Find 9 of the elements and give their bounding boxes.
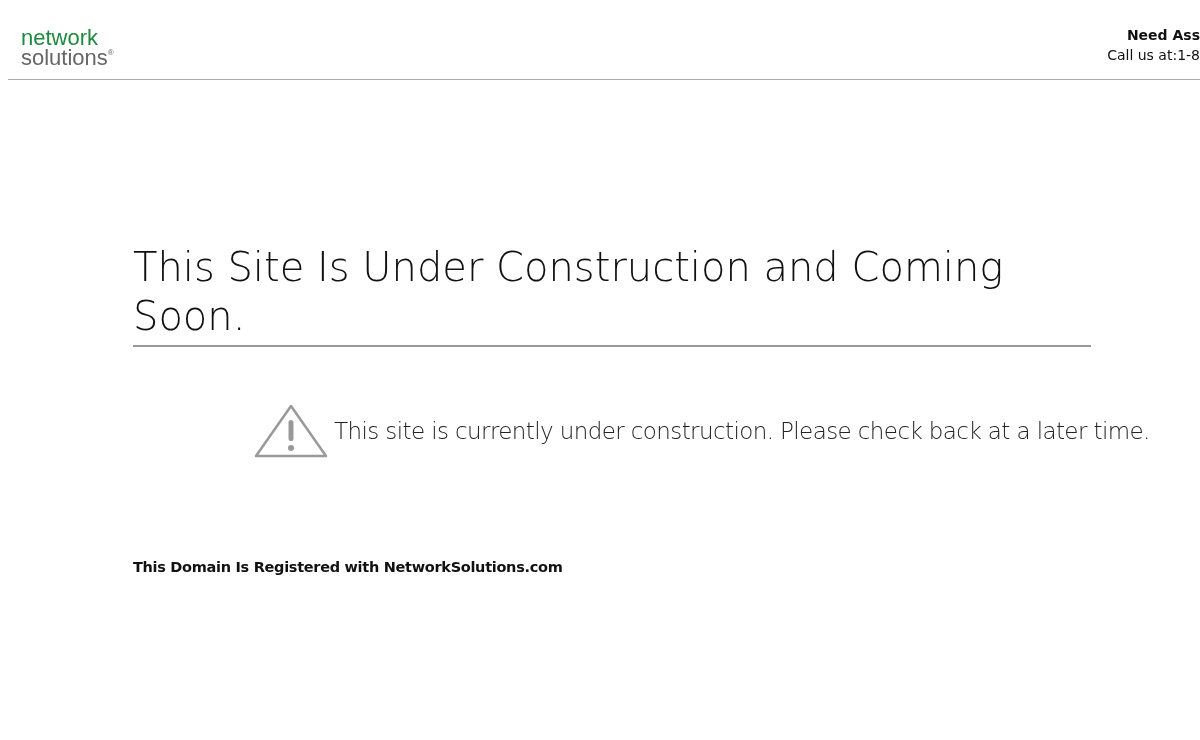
- page-heading: This Site Is Under Construction and Coming Soon.: [133, 243, 1091, 347]
- logo-text: solutions: [21, 48, 108, 68]
- registration-note: This Domain Is Registered with NetworkSolutions.com: [133, 559, 564, 575]
- logo-text: network: [21, 28, 99, 48]
- help-title: Need Ass: [1126, 26, 1200, 45]
- phone-text: Call us at:1-8: [1107, 46, 1200, 65]
- notice-text: This site is currently under construction. Please check back at a later time.: [334, 418, 1150, 444]
- registered-mark: ®: [107, 48, 114, 57]
- warning-icon: [254, 403, 328, 459]
